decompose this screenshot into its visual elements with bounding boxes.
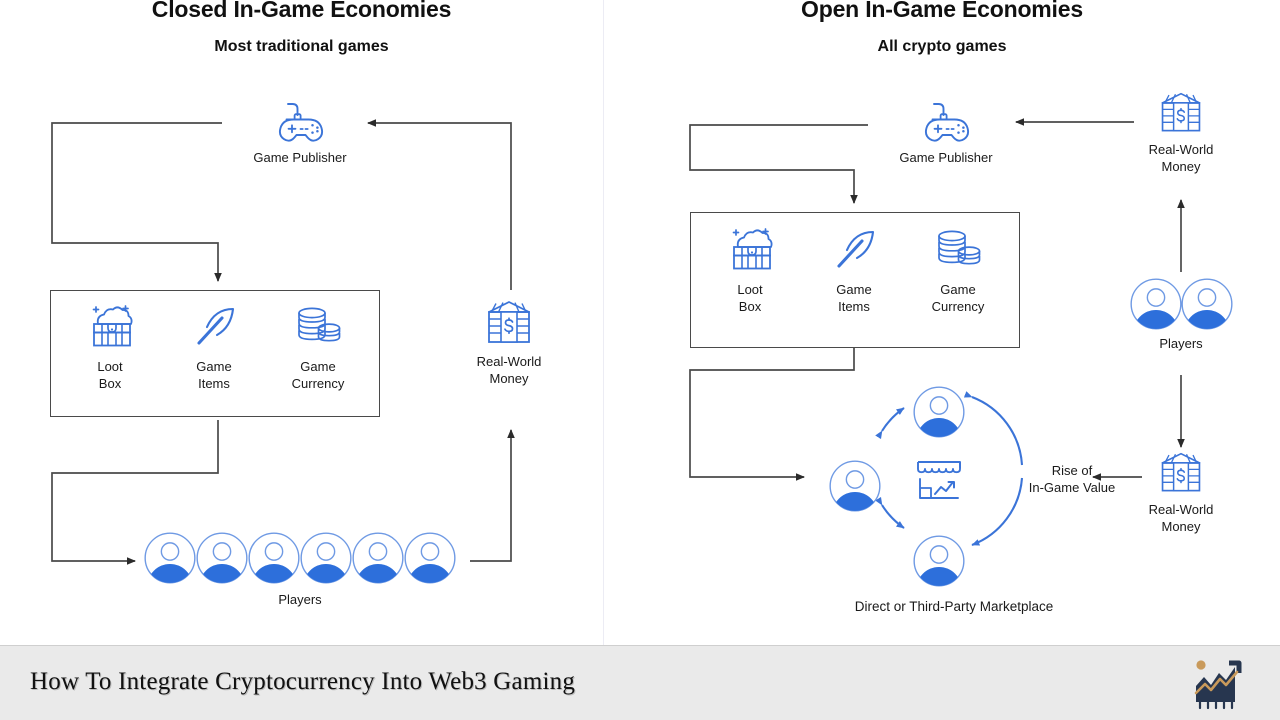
asset-game-currency-closed: Game Currency bbox=[266, 302, 370, 392]
players-row bbox=[1121, 277, 1241, 331]
diagram-canvas: Closed In-Game Economies Most traditiona… bbox=[0, 0, 1280, 720]
asset-label: Game Currency bbox=[291, 359, 345, 391]
player-avatar bbox=[1180, 277, 1234, 331]
loot-box-icon bbox=[92, 305, 133, 347]
asset-loot-box-open: Loot Box bbox=[698, 225, 802, 315]
asset-label: Game Currency bbox=[931, 282, 985, 314]
avatar-icon bbox=[352, 532, 404, 584]
node-label: Players bbox=[1159, 336, 1203, 351]
panel-title-closed: Closed In-Game Economies bbox=[151, 0, 452, 22]
avatar-icon bbox=[404, 532, 456, 584]
panel-title-open: Open In-Game Economies bbox=[801, 0, 1083, 22]
node-players-closed: Players bbox=[140, 531, 460, 608]
player-avatar bbox=[195, 531, 249, 585]
node-label: Game Publisher bbox=[899, 150, 993, 165]
player-avatar bbox=[351, 531, 405, 585]
coin-stack-icon bbox=[298, 307, 341, 342]
bank-dollar-icon bbox=[1161, 92, 1201, 132]
asset-game-items-open: Game Items bbox=[802, 225, 906, 315]
players-row bbox=[140, 531, 460, 585]
storefront-chart-icon bbox=[917, 461, 961, 499]
player-avatar bbox=[403, 531, 457, 585]
node-real-world-money-open-top: Real-World Money bbox=[1121, 90, 1241, 175]
growth-chart-logo bbox=[1194, 660, 1242, 710]
asset-label: Game Items bbox=[196, 359, 232, 391]
node-game-publisher-closed: Game Publisher bbox=[240, 100, 360, 166]
marketplace-caption: Direct or Third-Party Marketplace bbox=[854, 599, 1054, 614]
banner-title: How To Integrate Cryptocurrency Into Web… bbox=[30, 668, 576, 695]
marketplace-center bbox=[912, 456, 966, 506]
gamepad-icon bbox=[278, 103, 324, 142]
node-label: Real-World Money bbox=[1148, 142, 1214, 174]
marketplace-avatar-left bbox=[828, 459, 882, 513]
loot-box-icon bbox=[732, 228, 773, 270]
node-game-publisher-open: Game Publisher bbox=[886, 100, 1006, 166]
node-real-world-money-closed: Real-World Money bbox=[449, 298, 569, 387]
node-label: Real-World Money bbox=[1148, 502, 1214, 534]
player-avatar bbox=[143, 531, 197, 585]
bank-dollar-icon bbox=[1161, 452, 1201, 492]
avatar-icon bbox=[144, 532, 196, 584]
avatar-icon bbox=[248, 532, 300, 584]
marketplace-avatar-top bbox=[912, 385, 966, 439]
asset-label: Loot Box bbox=[97, 359, 123, 391]
asset-label: Game Items bbox=[836, 282, 872, 314]
coin-stack-icon bbox=[938, 230, 981, 265]
pickaxe-icon bbox=[197, 307, 235, 345]
asset-game-currency-open: Game Currency bbox=[906, 225, 1010, 315]
avatar-icon bbox=[1180, 278, 1233, 330]
node-players-open: Players bbox=[1121, 277, 1241, 352]
panel-closed-economies: Closed In-Game Economies Most traditiona… bbox=[0, 0, 603, 645]
panel-open-economies: Open In-Game Economies All crypto games bbox=[604, 0, 1280, 645]
avatar-icon bbox=[829, 460, 881, 512]
marketplace-avatar-bottom bbox=[912, 534, 966, 588]
avatar-icon bbox=[1129, 278, 1182, 330]
asset-game-items-closed: Game Items bbox=[162, 302, 266, 392]
asset-label: Loot Box bbox=[737, 282, 763, 314]
rise-of-in-game-value-label: Rise of In-Game Value bbox=[1028, 463, 1116, 495]
player-avatar bbox=[247, 531, 301, 585]
node-label: Players bbox=[278, 592, 322, 607]
node-label: Real-World Money bbox=[476, 354, 542, 386]
gamepad-icon bbox=[924, 103, 970, 142]
avatar-icon bbox=[913, 535, 965, 587]
player-avatar bbox=[299, 531, 353, 585]
bank-dollar-icon bbox=[488, 301, 530, 343]
avatar-icon bbox=[913, 386, 965, 438]
pickaxe-icon bbox=[837, 230, 875, 268]
node-label: Game Publisher bbox=[253, 150, 347, 165]
panel-subtitle-open: All crypto games bbox=[877, 38, 1007, 55]
avatar-icon bbox=[300, 532, 352, 584]
player-avatar bbox=[1129, 277, 1183, 331]
bottom-banner: How To Integrate Cryptocurrency Into Web… bbox=[0, 645, 1280, 720]
panel-subtitle-closed: Most traditional games bbox=[214, 38, 389, 55]
avatar-icon bbox=[196, 532, 248, 584]
asset-loot-box-closed: Loot Box bbox=[58, 302, 162, 392]
